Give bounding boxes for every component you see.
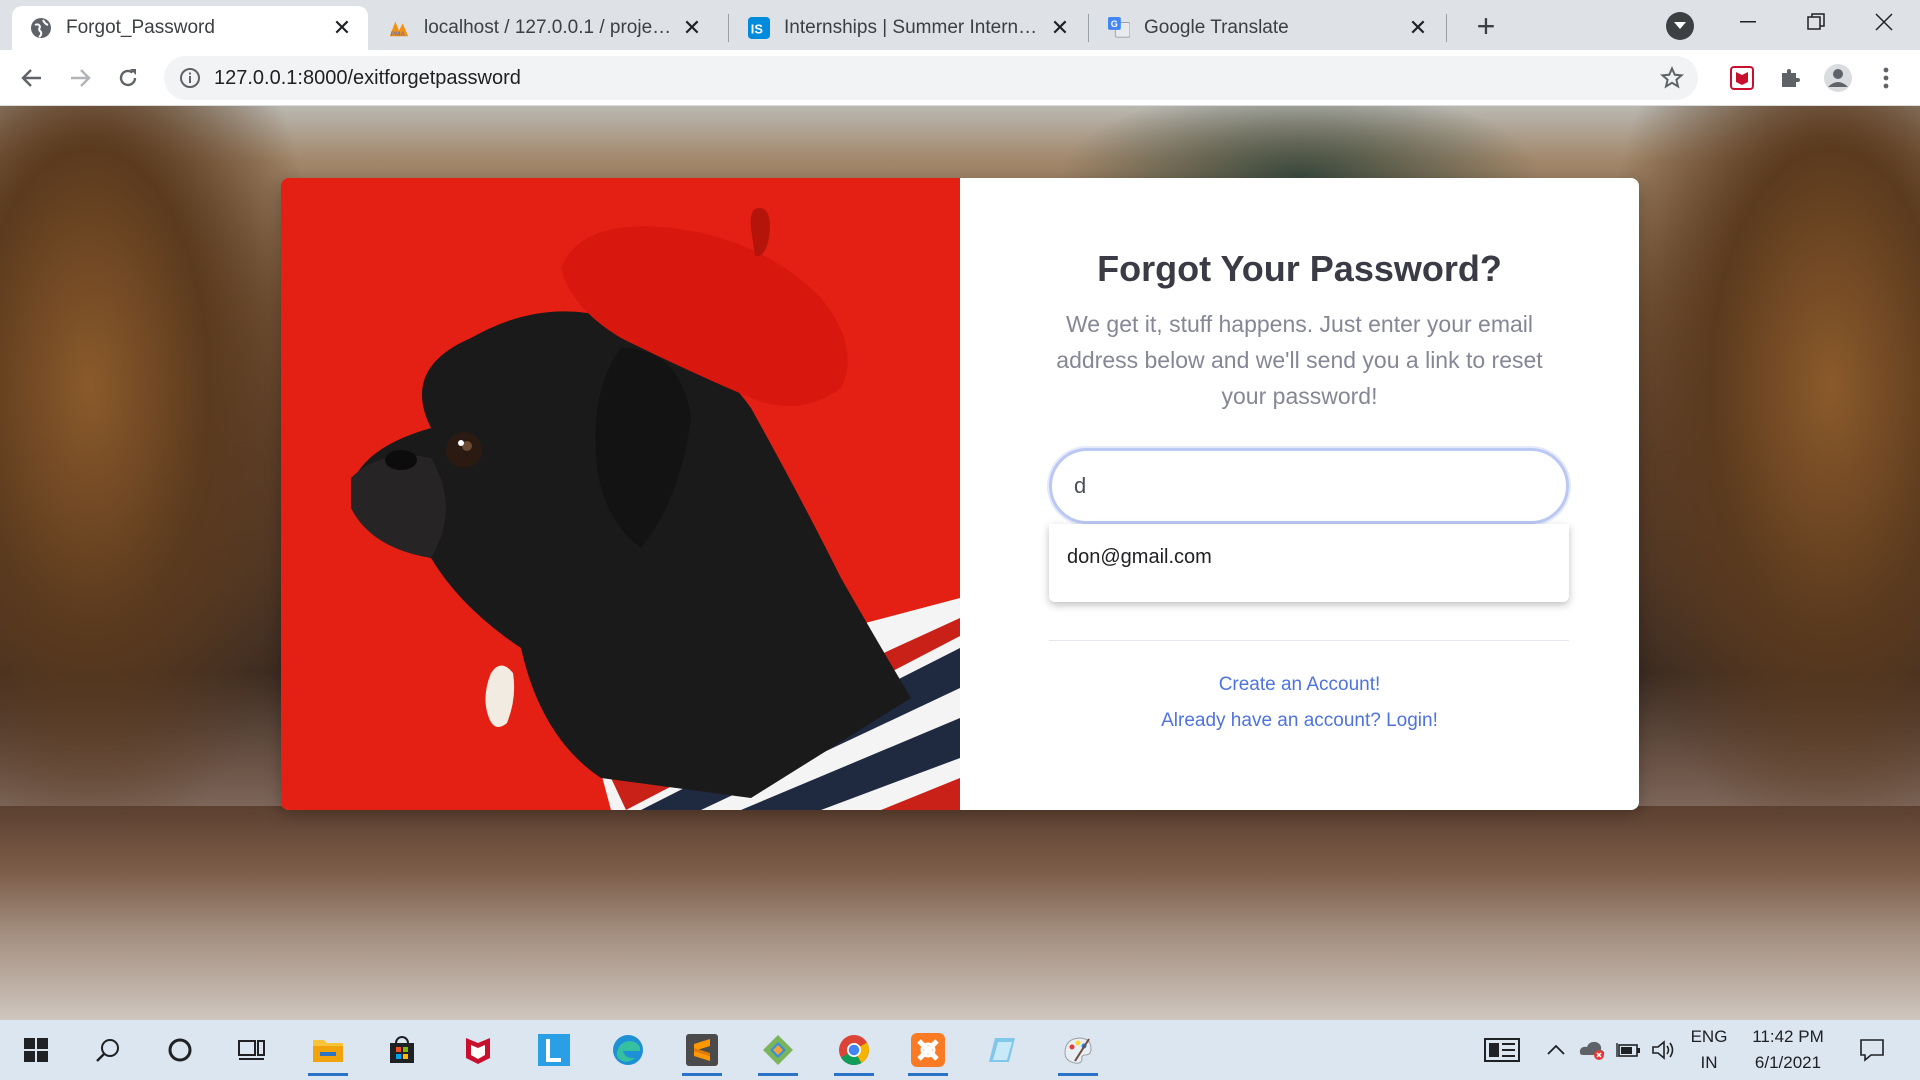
language-region: IN <box>1700 1053 1718 1072</box>
task-view-icon[interactable] <box>224 1024 280 1076</box>
address-bar[interactable]: 127.0.0.1:8000/exitforgetpassword <box>164 56 1698 100</box>
tab-phpmyadmin[interactable]: PMA localhost / 127.0.0.1 / projectlog ✕ <box>370 6 718 50</box>
close-tab-icon[interactable]: ✕ <box>1406 15 1430 40</box>
menu-kebab-icon[interactable] <box>1870 62 1902 94</box>
tab-google-translate[interactable]: G Google Translate ✕ <box>1090 6 1444 50</box>
forward-icon[interactable] <box>60 58 100 98</box>
news-widget-icon[interactable] <box>1482 1020 1522 1080</box>
sublime-text-icon[interactable] <box>674 1024 730 1076</box>
close-window-icon[interactable] <box>1854 0 1914 44</box>
close-tab-icon[interactable]: ✕ <box>1048 15 1072 40</box>
notification-center-icon[interactable] <box>1852 1020 1892 1080</box>
forgot-password-form: Forgot Your Password? We get it, stuff h… <box>960 178 1639 810</box>
reload-icon[interactable] <box>108 58 148 98</box>
minimize-icon[interactable] <box>1718 0 1778 44</box>
paint-icon[interactable] <box>1050 1024 1106 1076</box>
tab-title: localhost / 127.0.0.1 / projectlog <box>424 17 672 38</box>
clock[interactable]: 11:42 PM 6/1/2021 <box>1738 1024 1838 1076</box>
clock-time: 11:42 PM <box>1752 1027 1824 1046</box>
autocomplete-suggestion[interactable]: don@gmail.com <box>1067 546 1212 569</box>
profile-avatar-icon[interactable] <box>1822 62 1854 94</box>
language-indicator[interactable]: ENG IN <box>1684 1024 1734 1076</box>
google-translate-icon: G <box>1108 17 1130 39</box>
extensions-puzzle-icon[interactable] <box>1774 62 1806 94</box>
language-code: ENG <box>1690 1027 1728 1046</box>
notepad-icon[interactable] <box>974 1024 1030 1076</box>
background-trees <box>1620 106 1920 806</box>
clock-date: 6/1/2021 <box>1754 1053 1822 1072</box>
file-explorer-icon[interactable] <box>300 1024 356 1076</box>
tab-title: Google Translate <box>1144 17 1289 38</box>
new-tab-icon[interactable]: + <box>1466 8 1506 44</box>
start-icon[interactable] <box>8 1024 64 1076</box>
xampp-icon[interactable] <box>900 1024 956 1076</box>
git-icon[interactable] <box>750 1024 806 1076</box>
mcafee-extension-icon[interactable] <box>1726 62 1758 94</box>
page-viewport: Forgot Your Password? We get it, stuff h… <box>0 106 1920 1020</box>
windows-taskbar: ENG IN 11:42 PM 6/1/2021 <box>0 1020 1920 1080</box>
autocomplete-dropdown: don@gmail.com <box>1049 524 1569 602</box>
bookmark-star-icon[interactable] <box>1658 64 1686 92</box>
back-icon[interactable] <box>12 58 52 98</box>
page-description: We get it, stuff happens. Just enter you… <box>1056 311 1543 409</box>
divider <box>1049 640 1569 641</box>
url-text: 127.0.0.1:8000/exitforgetpassword <box>214 67 521 89</box>
tab-strip: Forgot_Password ✕ PMA localhost / 127.0.… <box>0 0 1920 50</box>
browser-toolbar: 127.0.0.1:8000/exitforgetpassword <box>0 50 1920 106</box>
tab-title: Internships | Summer Internship <box>784 17 1040 38</box>
restore-icon[interactable] <box>1786 0 1846 44</box>
launcher-l-icon[interactable] <box>526 1024 582 1076</box>
create-account-link[interactable]: Create an Account! <box>960 674 1639 696</box>
phpmyadmin-icon: PMA <box>388 17 410 39</box>
tab-search-icon[interactable] <box>1666 12 1694 40</box>
background-trees <box>0 106 300 806</box>
close-tab-icon[interactable]: ✕ <box>680 15 704 40</box>
tab-forgot-password[interactable]: Forgot_Password ✕ <box>12 6 368 50</box>
email-input[interactable] <box>1049 448 1569 524</box>
tab-title: Forgot_Password <box>66 17 215 38</box>
tab-separator <box>728 14 729 42</box>
background-river <box>0 806 1920 1020</box>
chrome-icon[interactable] <box>826 1024 882 1076</box>
store-icon[interactable] <box>374 1024 430 1076</box>
volume-icon[interactable] <box>1646 1020 1680 1080</box>
close-tab-icon[interactable]: ✕ <box>330 15 354 40</box>
site-info-icon[interactable] <box>178 66 202 90</box>
tab-internshala[interactable]: IS Internships | Summer Internship ✕ <box>730 6 1086 50</box>
mcafee-icon[interactable] <box>450 1024 506 1076</box>
internshala-icon: IS <box>748 17 770 39</box>
page-title: Forgot Your Password? <box>1097 248 1502 289</box>
svg-text:PMA: PMA <box>391 31 406 38</box>
login-link[interactable]: Already have an account? Login! <box>960 710 1639 732</box>
edge-icon[interactable] <box>600 1024 656 1076</box>
chevron-up-icon[interactable] <box>1540 1020 1572 1080</box>
svg-text:IS: IS <box>751 22 764 37</box>
globe-icon <box>30 17 52 39</box>
cortana-icon[interactable] <box>152 1024 208 1076</box>
search-icon[interactable] <box>80 1024 136 1076</box>
tab-separator <box>1446 14 1447 42</box>
tab-separator <box>1088 14 1089 42</box>
forgot-password-card: Forgot Your Password? We get it, stuff h… <box>281 178 1639 810</box>
battery-icon[interactable] <box>1612 1020 1646 1080</box>
svg-text:G: G <box>1111 19 1118 29</box>
pug-photo <box>281 178 960 810</box>
onedrive-error-icon[interactable] <box>1576 1020 1610 1080</box>
